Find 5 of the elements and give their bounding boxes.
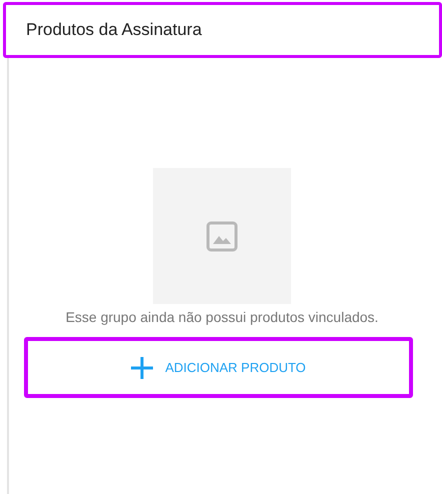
section-title: Produtos da Assinatura: [26, 19, 202, 42]
image-icon: [206, 220, 238, 252]
add-product-button[interactable]: ADICIONAR PRODUTO: [24, 337, 413, 398]
plus-icon: [131, 356, 154, 378]
empty-message: Esse grupo ainda não possui produtos vinculados.: [66, 308, 378, 327]
